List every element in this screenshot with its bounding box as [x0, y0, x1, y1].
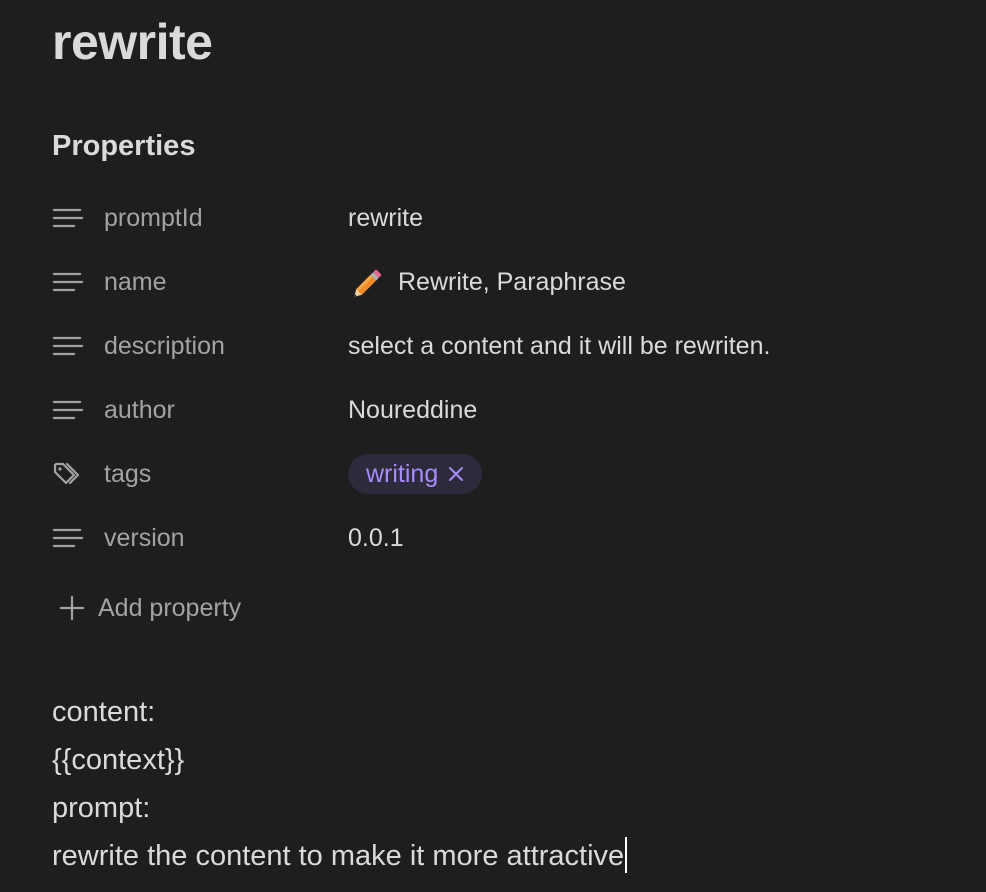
- properties-list: promptId rewrite name Rewrite, Paraphras…: [52, 186, 952, 570]
- text-lines-icon[interactable]: [52, 203, 86, 233]
- add-property-label: Add property: [98, 593, 242, 622]
- property-key-promptid[interactable]: promptId: [52, 194, 348, 242]
- property-row-tags: tags writing: [52, 442, 952, 506]
- text-lines-icon[interactable]: [52, 395, 86, 425]
- body-line-text: rewrite the content to make it more attr…: [52, 840, 625, 872]
- tag-label: writing: [366, 460, 439, 488]
- property-key-label: tags: [104, 460, 152, 488]
- text-cursor: [625, 837, 628, 873]
- property-value-tags[interactable]: writing: [348, 454, 483, 494]
- property-value-text: 0.0.1: [348, 524, 404, 552]
- note-body-editor[interactable]: content: {{context}} prompt: rewrite the…: [52, 688, 628, 880]
- body-line: {{context}}: [52, 744, 185, 776]
- text-lines-icon[interactable]: [52, 523, 86, 553]
- property-key-version[interactable]: version: [52, 514, 348, 562]
- property-key-author[interactable]: author: [52, 386, 348, 434]
- property-key-label: name: [104, 268, 167, 296]
- property-value-text: Rewrite, Paraphrase: [398, 268, 626, 296]
- plus-icon: [58, 594, 86, 622]
- body-line-last: rewrite the content to make it more attr…: [52, 832, 628, 880]
- tag-pill-writing[interactable]: writing: [348, 454, 483, 494]
- property-value-text: select a content and it will be rewriten…: [348, 332, 771, 360]
- pencil-emoji-icon: [352, 267, 386, 297]
- tags-icon[interactable]: [52, 459, 86, 489]
- body-line: prompt:: [52, 792, 151, 824]
- property-row-version: version 0.0.1: [52, 506, 952, 570]
- properties-heading[interactable]: Properties: [52, 128, 195, 164]
- property-key-tags[interactable]: tags: [52, 450, 348, 498]
- property-key-label: promptId: [104, 204, 203, 232]
- property-row-promptid: promptId rewrite: [52, 186, 952, 250]
- property-value-text: rewrite: [348, 204, 424, 232]
- property-key-label: description: [104, 332, 225, 360]
- property-value-author[interactable]: Noureddine: [348, 394, 477, 426]
- add-property-button[interactable]: Add property: [58, 588, 241, 628]
- property-value-promptid[interactable]: rewrite: [348, 202, 423, 234]
- tag-remove-icon[interactable]: [446, 464, 466, 484]
- property-key-description[interactable]: description: [52, 322, 348, 370]
- property-value-text: Noureddine: [348, 396, 478, 424]
- property-value-description[interactable]: select a content and it will be rewriten…: [348, 330, 770, 362]
- property-key-label: version: [104, 524, 185, 552]
- property-row-author: author Noureddine: [52, 378, 952, 442]
- property-key-label: author: [104, 396, 175, 424]
- note-title[interactable]: rewrite: [52, 10, 213, 74]
- property-key-name[interactable]: name: [52, 258, 348, 306]
- property-row-description: description select a content and it will…: [52, 314, 952, 378]
- text-lines-icon[interactable]: [52, 267, 86, 297]
- property-row-name: name Rewrite, Paraphrase: [52, 250, 952, 314]
- body-line: content:: [52, 696, 156, 728]
- text-lines-icon[interactable]: [52, 331, 86, 361]
- property-value-name[interactable]: Rewrite, Paraphrase: [348, 266, 626, 298]
- property-value-version[interactable]: 0.0.1: [348, 522, 404, 554]
